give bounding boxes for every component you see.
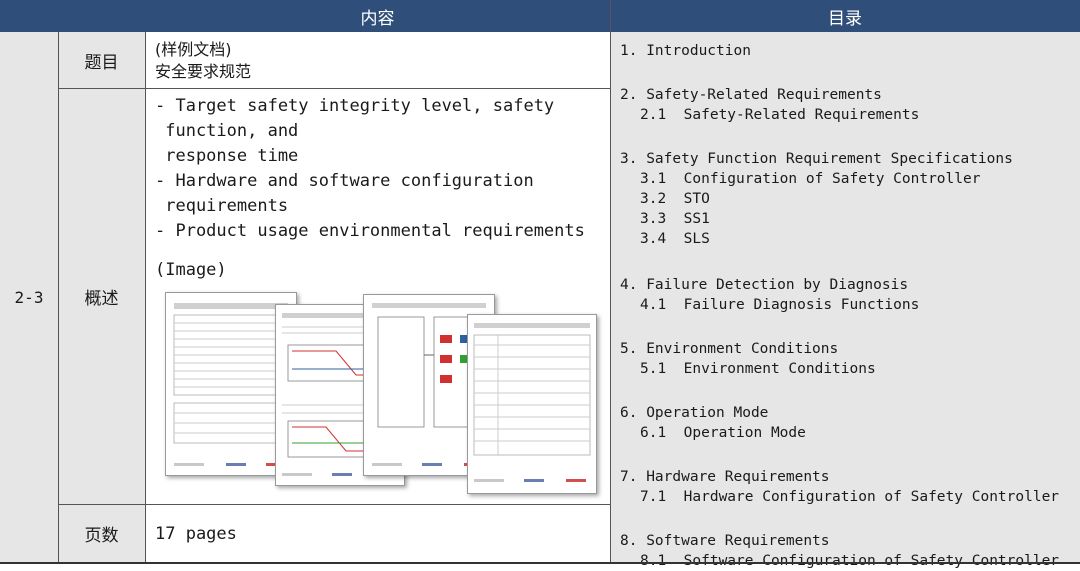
title-line-1: (样例文档)	[155, 40, 232, 59]
toc-section: 4. Failure Detection by Diagnosis 4.1 Fa…	[620, 275, 1075, 315]
toc-item: 3.4 SLS	[640, 231, 710, 247]
toc-item: 4.1 Failure Diagnosis Functions	[640, 297, 920, 313]
summary-line: requirements	[155, 196, 289, 216]
toc-item: 2.1 Safety-Related Requirements	[640, 107, 920, 123]
toc-item: 5.1 Environment Conditions	[640, 361, 876, 377]
row-id: 2-3	[14, 288, 44, 307]
header-content: 内容	[145, 0, 610, 32]
pages-value: 17 pages	[155, 524, 237, 544]
toc-list: 1. Introduction 2. Safety-Related Requir…	[620, 41, 1075, 571]
toc-section: 1. Introduction	[620, 41, 1075, 61]
document-table: 内容 目录 2-3 题目 概述 页数 (样例文档) 安全要求规范 - Targe…	[0, 0, 1080, 571]
document-page-graphic	[473, 323, 591, 482]
label-pages-cell: 页数	[58, 504, 145, 563]
summary-cell: - Target safety integrity level, safety …	[145, 88, 610, 504]
header-toc-label: 目录	[828, 8, 862, 29]
grid-line	[0, 562, 1080, 564]
toc-heading: 7. Hardware Requirements	[620, 469, 830, 485]
toc-heading: 5. Environment Conditions	[620, 341, 839, 357]
grid-line	[145, 32, 146, 563]
toc-section: 3. Safety Function Requirement Specifica…	[620, 149, 1075, 249]
toc-heading: 8. Software Requirements	[620, 533, 830, 549]
grid-line	[610, 0, 611, 563]
summary-line: - Product usage environmental requiremen…	[155, 221, 585, 241]
grid-line	[58, 88, 610, 89]
title-cell: (样例文档) 安全要求规范	[145, 32, 610, 88]
header-corner	[0, 0, 145, 32]
toc-heading: 3. Safety Function Requirement Specifica…	[620, 151, 1013, 167]
label-summary-cell: 概述	[58, 88, 145, 504]
toc-heading: 2. Safety-Related Requirements	[620, 87, 882, 103]
pages-cell: 17 pages	[145, 504, 610, 563]
label-pages: 页数	[84, 526, 119, 546]
toc-heading: 4. Failure Detection by Diagnosis	[620, 277, 909, 293]
toc-item: 3.1 Configuration of Safety Controller	[640, 171, 981, 187]
toc-item: 3.2 STO	[640, 191, 710, 207]
toc-item: 8.1 Software Configuration of Safety Con…	[640, 553, 1060, 569]
toc-item: 7.1 Hardware Configuration of Safety Con…	[640, 489, 1060, 505]
grid-line	[58, 32, 59, 563]
label-title-cell: 题目	[58, 32, 145, 88]
summary-line: response time	[155, 146, 299, 166]
summary-line: - Hardware and software configuration	[155, 171, 534, 191]
toc-heading: 6. Operation Mode	[620, 405, 769, 421]
image-label: (Image)	[155, 260, 227, 280]
header-toc: 目录	[610, 0, 1080, 32]
title-line-2: 安全要求规范	[155, 62, 252, 81]
toc-heading: 1. Introduction	[620, 43, 751, 59]
summary-line: - Target safety integrity level, safety	[155, 96, 555, 116]
toc-section: 7. Hardware Requirements 7.1 Hardware Co…	[620, 467, 1075, 507]
toc-section: 8. Software Requirements 8.1 Software Co…	[620, 531, 1075, 571]
label-title: 题目	[84, 52, 119, 73]
toc-item: 6.1 Operation Mode	[640, 425, 806, 441]
toc-section: 5. Environment Conditions 5.1 Environmen…	[620, 339, 1075, 379]
header-content-label: 内容	[360, 8, 395, 29]
row-id-cell: 2-3	[0, 32, 58, 563]
summary-line: function, and	[155, 121, 299, 141]
label-summary: 概述	[84, 288, 119, 309]
toc-section: 2. Safety-Related Requirements 2.1 Safet…	[620, 85, 1075, 125]
toc-item: 3.3 SS1	[640, 211, 710, 227]
toc-section: 6. Operation Mode 6.1 Operation Mode	[620, 403, 1075, 443]
summary-lines: - Target safety integrity level, safety …	[155, 94, 585, 244]
document-thumbnail-4	[467, 314, 597, 494]
grid-line	[58, 504, 610, 505]
